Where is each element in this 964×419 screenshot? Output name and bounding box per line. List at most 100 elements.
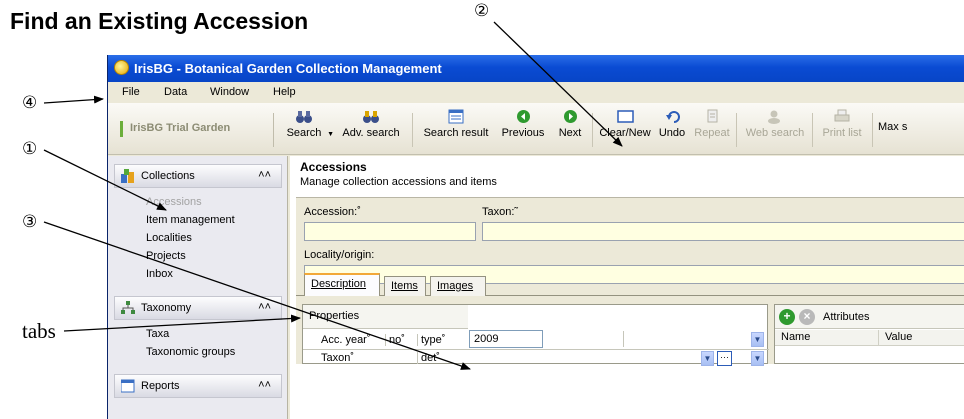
sidebar-header-reports[interactable]: Reports ˄˄ (114, 374, 282, 398)
navigation-sidebar: Collections ˄˄ Accessions Item managemen… (108, 156, 288, 419)
tab-items[interactable]: Items (384, 276, 426, 296)
clear-new-label: Clear/New (599, 127, 651, 139)
repeat-icon (692, 109, 732, 127)
acc-year-input[interactable]: 2009 (469, 330, 543, 348)
taxon-label: Taxon:˜ (482, 206, 519, 218)
sidebar-item-accessions[interactable]: Accessions (146, 196, 202, 208)
collapse-chevron-icon[interactable]: ˄˄ (258, 301, 271, 313)
ellipsis-button[interactable]: ··· (717, 351, 732, 366)
value-column-header[interactable]: Value (879, 330, 964, 346)
menu-data[interactable]: Data (164, 86, 187, 98)
accessions-panel: Accessions Manage collection accessions … (290, 156, 964, 419)
print-list-label: Print list (822, 127, 862, 139)
accession-form: Accession:˚ Taxon:˜ Locality/origin: Des… (296, 197, 964, 366)
tab-images-label: Images (437, 280, 474, 292)
adv-search-button[interactable]: Adv. search (336, 109, 406, 151)
reports-icon (120, 379, 135, 393)
garden-label: IrisBG Trial Garden (130, 122, 231, 134)
collapse-chevron-icon[interactable]: ˄˄ (258, 379, 271, 391)
no-label: no˚ (385, 334, 405, 346)
tab-items-label: Items (391, 280, 418, 292)
max-label: Max s (878, 121, 908, 133)
search-dropdown-icon[interactable]: ▼ (327, 131, 334, 138)
sidebar-item-item-management[interactable]: Item management (146, 214, 235, 226)
document-title: Find an Existing Accession (10, 8, 309, 34)
sidebar-header-taxonomy[interactable]: Taxonomy ˄˄ (114, 296, 282, 320)
sidebar-item-localities[interactable]: Localities (146, 232, 192, 244)
toolbar-separator (412, 113, 413, 147)
previous-button[interactable]: Previous (498, 109, 548, 151)
list-icon (418, 109, 494, 127)
previous-label: Previous (501, 127, 545, 139)
menu-help[interactable]: Help (273, 86, 296, 98)
search-button[interactable]: Search ▼ (282, 109, 334, 151)
adv-search-label: Adv. search (342, 127, 400, 139)
type-label: type˚ (417, 334, 445, 346)
toolbar-separator (872, 113, 873, 147)
web-search-button[interactable]: Web search (744, 109, 806, 151)
toolbar-separator (592, 113, 593, 147)
toolbar: IrisBG Trial Garden Search ▼ Adv. search… (108, 103, 964, 155)
next-label: Next (558, 127, 582, 139)
undo-icon (656, 109, 688, 127)
print-list-button[interactable]: Print list (818, 109, 866, 151)
taxonomy-label: Taxonomy (141, 302, 192, 314)
app-icon (114, 60, 129, 75)
locality-label: Locality/origin: (304, 249, 375, 261)
window-titlebar: IrisBG - Botanical Garden Collection Man… (108, 55, 964, 82)
accession-input[interactable] (304, 222, 476, 241)
attributes-label: Attributes (823, 311, 870, 323)
row-divider (303, 349, 769, 350)
collapse-chevron-icon[interactable]: ˄˄ (258, 169, 271, 181)
next-button[interactable]: Next (552, 109, 588, 151)
app-window: IrisBG - Botanical Garden Collection Man… (107, 55, 964, 419)
sidebar-item-taxonomic-groups[interactable]: Taxonomic groups (146, 346, 235, 358)
taxon-row-label: Taxon˚ (321, 352, 355, 364)
undo-button[interactable]: Undo (656, 109, 688, 151)
callout-1: ① (22, 139, 38, 159)
arrow-4 (43, 95, 104, 104)
person-globe-icon (744, 109, 806, 127)
page-title: Accessions (300, 160, 367, 174)
tab-description-label: Description (311, 278, 367, 290)
sidebar-item-inbox[interactable]: Inbox (146, 268, 173, 280)
clear-new-button[interactable]: Clear/New (598, 109, 652, 151)
attributes-header: + × Attributes (775, 305, 964, 329)
add-attribute-icon[interactable]: + (779, 309, 795, 325)
tab-description[interactable]: Description (304, 273, 380, 296)
search-label: Search (286, 127, 322, 139)
remove-attribute-icon[interactable]: × (799, 309, 815, 325)
det-dropdown-icon[interactable]: ▼ (751, 351, 764, 366)
taxon-input[interactable] (482, 222, 964, 241)
sidebar-item-taxa[interactable]: Taxa (146, 328, 169, 340)
search-result-button[interactable]: Search result (418, 109, 494, 151)
undo-label: Undo (658, 127, 686, 139)
menu-window[interactable]: Window (210, 86, 249, 98)
tab-images[interactable]: Images (430, 276, 486, 296)
menu-bar: File Data Window Help (108, 82, 964, 103)
accession-label: Accession:˚ (304, 206, 361, 218)
callout-3: ③ (22, 212, 38, 232)
taxon-dropdown-icon[interactable]: ▼ (701, 351, 714, 366)
garden-selector[interactable]: IrisBG Trial Garden (114, 113, 274, 147)
web-search-label: Web search (745, 127, 805, 139)
name-column-header[interactable]: Name (775, 330, 879, 346)
repeat-label: Repeat (694, 127, 730, 139)
acc-year-label: Acc. year˚ (321, 334, 371, 346)
callout-2: ② (474, 1, 490, 21)
callout-tabs: tabs (22, 319, 56, 343)
printer-icon (818, 109, 866, 127)
window-title: IrisBG - Botanical Garden Collection Man… (134, 61, 442, 76)
acc-year-value: 2009 (474, 333, 499, 345)
collections-label: Collections (141, 170, 195, 182)
sidebar-header-collections[interactable]: Collections ˄˄ (114, 164, 282, 188)
properties-grid: Properties Acc. year˚ no˚ type˚ 2009 ▼ T… (302, 304, 769, 366)
binoculars-icon (282, 109, 326, 127)
arrow-right-icon (552, 109, 588, 127)
callout-4: ④ (22, 93, 38, 113)
type-dropdown-icon[interactable]: ▼ (751, 332, 764, 347)
menu-file[interactable]: File (122, 86, 140, 98)
repeat-button[interactable]: Repeat (692, 109, 732, 151)
reports-label: Reports (141, 380, 180, 392)
sidebar-item-projects[interactable]: Projects (146, 250, 186, 262)
